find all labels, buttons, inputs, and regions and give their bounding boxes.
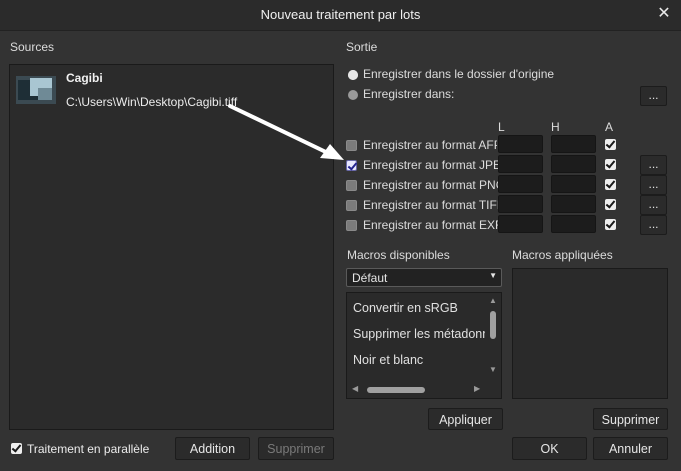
format-png-checkbox[interactable] (346, 180, 357, 191)
available-macros-list[interactable]: Convertir en sRGB Supprimer les métadon n… (346, 292, 502, 399)
format-jpeg-height[interactable] (551, 155, 596, 173)
format-afphoto-width[interactable] (498, 135, 543, 153)
format-exr-auto-checkbox[interactable] (605, 219, 616, 230)
remove-macro-button[interactable]: Supprimer (593, 408, 668, 430)
source-thumbnail[interactable] (16, 76, 56, 104)
format-tiff-label[interactable]: Enregistrer au format TIFF (363, 198, 504, 212)
browse-folder-button[interactable]: ... (640, 86, 667, 106)
format-png-label[interactable]: Enregistrer au format PNG (363, 178, 505, 192)
annotation-arrow (228, 104, 344, 160)
format-jpeg-label[interactable]: Enregistrer au format JPEG (363, 158, 510, 172)
sources-header: Sources (10, 40, 55, 54)
vertical-scrollbar[interactable]: ▲ ▼ (486, 293, 501, 378)
format-tiff-height[interactable] (551, 195, 596, 213)
format-png-height[interactable] (551, 175, 596, 193)
applied-macros-list[interactable] (512, 268, 668, 399)
parallel-processing-checkbox[interactable] (11, 443, 22, 454)
format-tiff-width[interactable] (498, 195, 543, 213)
ok-button[interactable]: OK (512, 437, 587, 460)
available-macros-header: Macros disponibles (347, 248, 450, 262)
scroll-right-icon[interactable]: ▶ (474, 384, 480, 393)
scroll-up-icon[interactable]: ▲ (489, 296, 497, 305)
window-title: Nouveau traitement par lots (260, 7, 421, 22)
macro-category-value: Défaut (352, 271, 388, 285)
add-source-button[interactable]: Addition (175, 437, 250, 460)
macro-list-item[interactable]: Convertir en sRGB (353, 296, 485, 321)
macro-list-item[interactable]: Noir et blanc (353, 348, 485, 373)
format-tiff-auto-checkbox[interactable] (605, 199, 616, 210)
format-jpeg-auto-checkbox[interactable] (605, 159, 616, 170)
format-tiff-options-button[interactable]: ... (640, 195, 667, 215)
horizontal-scrollbar[interactable]: ◀ ▶ (347, 381, 487, 398)
vertical-scroll-thumb[interactable] (490, 311, 496, 339)
radio-save-folder-label[interactable]: Enregistrer dans: (363, 87, 454, 101)
format-tiff-checkbox[interactable] (346, 200, 357, 211)
column-auto-label: A (605, 120, 614, 134)
format-jpeg-width[interactable] (498, 155, 543, 173)
format-exr-width[interactable] (498, 215, 543, 233)
format-exr-checkbox[interactable] (346, 220, 357, 231)
format-png-width[interactable] (498, 175, 543, 193)
radio-save-origin-label[interactable]: Enregistrer dans le dossier d'origine (363, 67, 554, 81)
format-jpeg-checkbox[interactable] (346, 160, 357, 171)
scroll-down-icon[interactable]: ▼ (489, 365, 497, 374)
close-icon[interactable]: ✕ (654, 4, 674, 24)
applied-macros-header: Macros appliquées (512, 248, 613, 262)
source-file-path: C:\Users\Win\Desktop\Cagibi.tiff (66, 95, 238, 109)
macro-category-select[interactable]: Défaut ▼ (346, 268, 502, 287)
format-png-options-button[interactable]: ... (640, 175, 667, 195)
format-exr-label[interactable]: Enregistrer au format EXR (363, 218, 504, 232)
format-exr-height[interactable] (551, 215, 596, 233)
format-afphoto-height[interactable] (551, 135, 596, 153)
column-width-label: L (498, 120, 505, 134)
format-exr-options-button[interactable]: ... (640, 215, 667, 235)
apply-macro-button[interactable]: Appliquer (428, 408, 503, 430)
format-jpeg-options-button[interactable]: ... (640, 155, 667, 175)
radio-save-origin[interactable] (348, 70, 358, 80)
format-afphoto-checkbox[interactable] (346, 140, 357, 151)
scroll-left-icon[interactable]: ◀ (352, 384, 358, 393)
column-height-label: H (551, 120, 560, 134)
cancel-button[interactable]: Annuler (593, 437, 668, 460)
format-afphoto-auto-checkbox[interactable] (605, 139, 616, 150)
format-afphoto-label[interactable]: Enregistrer au format AFPhoto (363, 138, 497, 152)
chevron-down-icon[interactable]: ▼ (489, 271, 497, 280)
format-png-auto-checkbox[interactable] (605, 179, 616, 190)
output-header: Sortie (346, 40, 378, 54)
radio-save-folder[interactable] (348, 90, 358, 100)
remove-source-button[interactable]: Supprimer (258, 437, 334, 460)
parallel-processing-label[interactable]: Traitement en parallèle (27, 442, 149, 456)
horizontal-scroll-thumb[interactable] (367, 387, 425, 393)
macro-list-item[interactable]: Supprimer les métadonnées (353, 322, 485, 347)
source-file-name: Cagibi (66, 71, 103, 85)
